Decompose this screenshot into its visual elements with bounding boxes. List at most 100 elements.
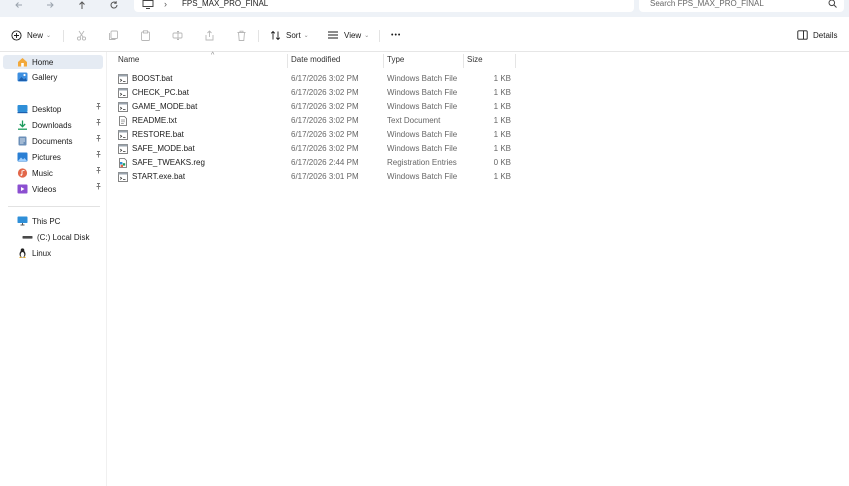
- paste-button[interactable]: [140, 28, 151, 42]
- up-button[interactable]: [73, 0, 91, 12]
- file-date-modified: 6/17/2026 3:01 PM: [291, 172, 359, 181]
- sort-button[interactable]: Sort ⌄: [270, 28, 309, 42]
- navigation-pane: Home Gallery Desktop Downloads Documents…: [0, 52, 107, 486]
- refresh-icon: [110, 1, 118, 9]
- view-button[interactable]: View ⌄: [327, 28, 369, 42]
- title-bar: › FPS_MAX_PRO_FINAL Search FPS_MAX_PRO_F…: [0, 0, 849, 17]
- sidebar-item-label: Home: [32, 57, 54, 67]
- refresh-button[interactable]: [105, 0, 123, 12]
- file-type: Text Document: [387, 116, 441, 125]
- text-file-icon: [118, 116, 128, 126]
- file-size: 1 KB: [493, 116, 511, 125]
- file-size: 1 KB: [493, 130, 511, 139]
- pin-icon: [95, 119, 102, 128]
- file-type: Windows Batch File: [387, 74, 458, 83]
- back-button[interactable]: [10, 0, 28, 12]
- forward-arrow-icon: [47, 2, 54, 8]
- batch-file-icon: [118, 130, 128, 140]
- file-row[interactable]: START.exe.bat 6/17/2026 3:01 PM Windows Ba…: [107, 170, 527, 184]
- file-row[interactable]: SAFE_MODE.bat 6/17/2026 3:02 PM Windows Ba…: [107, 142, 527, 156]
- file-type: Windows Batch File: [387, 88, 458, 97]
- file-type: Windows Batch File: [387, 130, 458, 139]
- documents-icon: [17, 136, 28, 146]
- rename-button[interactable]: [172, 28, 183, 42]
- videos-icon: [17, 184, 28, 194]
- column-header-label: Date modified: [291, 55, 341, 64]
- file-row[interactable]: GAME_MODE.bat 6/17/2026 3:02 PM Windows Ba…: [107, 100, 527, 114]
- plus-circle-icon: [11, 29, 22, 41]
- file-row[interactable]: BOOST.bat 6/17/2026 3:02 PM Windows Batch …: [107, 72, 527, 86]
- sidebar-item-gallery[interactable]: Gallery: [3, 70, 103, 84]
- new-button[interactable]: New ⌄: [11, 28, 51, 42]
- pin-icon: [95, 183, 102, 192]
- sidebar-item-home[interactable]: Home: [3, 55, 103, 69]
- column-header-type[interactable]: Type: [387, 52, 404, 68]
- search-box[interactable]: Search FPS_MAX_PRO_FINAL: [639, 0, 844, 12]
- cut-icon: [76, 30, 87, 41]
- sidebar-item-linux[interactable]: Linux: [3, 246, 103, 260]
- search-placeholder: Search FPS_MAX_PRO_FINAL: [650, 0, 764, 8]
- file-size: 1 KB: [493, 74, 511, 83]
- column-divider[interactable]: [383, 54, 384, 68]
- column-divider[interactable]: [463, 54, 464, 68]
- sidebar-item-local-disk[interactable]: (C:) Local Disk: [3, 230, 103, 244]
- batch-file-icon: [118, 74, 128, 84]
- column-divider[interactable]: [515, 54, 516, 68]
- toolbar-divider: [379, 30, 380, 42]
- file-name: README.txt: [132, 116, 177, 125]
- file-date-modified: 6/17/2026 3:02 PM: [291, 88, 359, 97]
- chevron-down-icon: ⌄: [303, 32, 309, 39]
- sidebar-item-pictures[interactable]: Pictures: [3, 150, 103, 164]
- file-row[interactable]: CHECK_PC.bat 6/17/2026 3:02 PM Windows Bat…: [107, 86, 527, 100]
- copy-button[interactable]: [108, 28, 119, 42]
- delete-button[interactable]: [236, 28, 247, 42]
- sidebar-item-downloads[interactable]: Downloads: [3, 118, 103, 132]
- batch-file-icon: [118, 102, 128, 112]
- view-lines-icon: [328, 31, 338, 39]
- file-row[interactable]: README.txt 6/17/2026 3:02 PM Text Document…: [107, 114, 527, 128]
- file-name: CHECK_PC.bat: [132, 88, 189, 97]
- search-icon: [828, 0, 837, 8]
- file-date-modified: 6/17/2026 3:02 PM: [291, 116, 359, 125]
- sidebar-item-this-pc[interactable]: This PC: [3, 214, 103, 228]
- column-header-label: Size: [467, 55, 483, 64]
- pin-icon: [95, 151, 102, 160]
- sidebar-item-documents[interactable]: Documents: [3, 134, 103, 148]
- more-options-button[interactable]: •••: [391, 28, 401, 42]
- linux-icon: [17, 248, 28, 258]
- column-header-name[interactable]: Name ^: [118, 52, 214, 68]
- column-header-label: Type: [387, 55, 405, 64]
- file-date-modified: 6/17/2026 3:02 PM: [291, 102, 359, 111]
- file-date-modified: 6/17/2026 2:44 PM: [291, 158, 359, 167]
- file-size: 1 KB: [493, 102, 511, 111]
- sidebar-item-label: Desktop: [32, 104, 62, 114]
- sidebar-item-videos[interactable]: Videos: [3, 182, 103, 196]
- column-header-date-modified[interactable]: Date modified: [291, 52, 340, 68]
- address-bar[interactable]: › FPS_MAX_PRO_FINAL: [134, 0, 634, 12]
- batch-file-icon: [118, 88, 128, 98]
- downloads-icon: [17, 120, 28, 130]
- sidebar-item-label: Downloads: [32, 120, 72, 130]
- sort-ascending-icon: ^: [211, 52, 215, 59]
- chevron-down-icon: ⌄: [364, 32, 370, 39]
- batch-file-icon: [118, 172, 128, 182]
- file-size: 0 KB: [493, 158, 511, 167]
- file-name: BOOST.bat: [132, 74, 173, 83]
- pin-icon: [95, 103, 102, 112]
- sidebar-item-desktop[interactable]: Desktop: [3, 102, 103, 116]
- file-row[interactable]: RESTORE.bat 6/17/2026 3:02 PM Windows Batc…: [107, 128, 527, 142]
- cut-button[interactable]: [76, 28, 87, 42]
- column-divider[interactable]: [287, 54, 288, 68]
- breadcrumb-folder[interactable]: FPS_MAX_PRO_FINAL: [182, 0, 268, 8]
- forward-button[interactable]: [41, 0, 59, 12]
- sidebar-divider: [8, 206, 100, 207]
- sidebar-item-music[interactable]: Music: [3, 166, 103, 180]
- sidebar-item-label: Linux: [32, 248, 52, 258]
- file-row[interactable]: SAFE_TWEAKS.reg 6/17/2026 2:44 PM Registra…: [107, 156, 527, 170]
- column-header-size[interactable]: Size: [467, 52, 483, 68]
- sidebar-item-label: This PC: [32, 216, 61, 226]
- details-pane-button[interactable]: Details: [797, 28, 837, 42]
- share-button[interactable]: [204, 28, 215, 42]
- toolbar-divider: [258, 30, 259, 42]
- sidebar-item-label: (C:) Local Disk: [37, 232, 90, 242]
